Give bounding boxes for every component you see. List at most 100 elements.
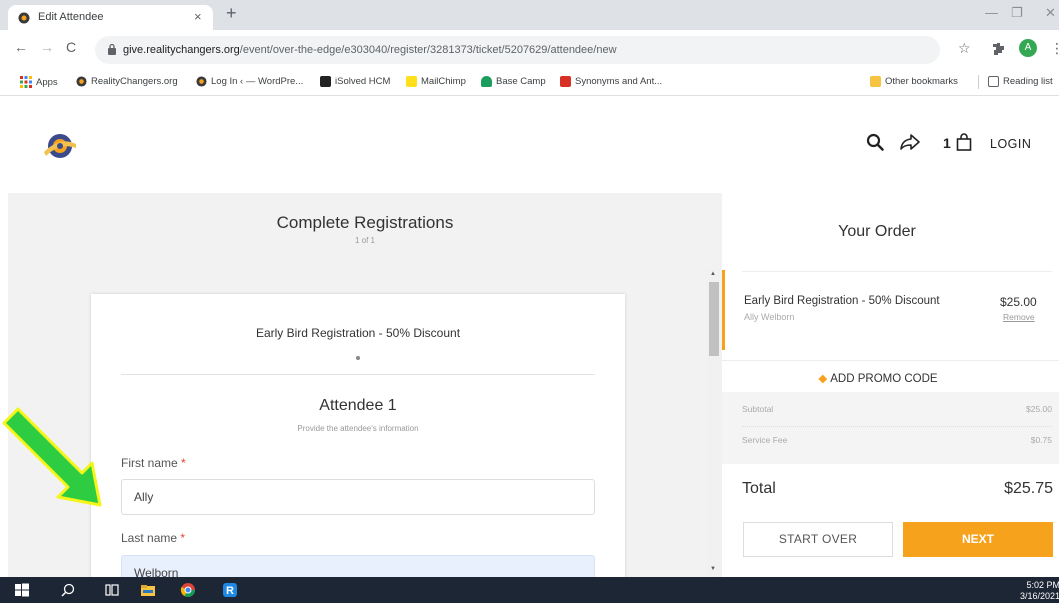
other-bookmarks[interactable]: Other bookmarks xyxy=(870,76,958,87)
clock-time: 5:02 PM xyxy=(1026,580,1059,590)
bookmarks-divider xyxy=(978,75,979,89)
folder-icon xyxy=(870,76,881,87)
url-bar[interactable]: give.realitychangers.org/event/over-the-… xyxy=(95,36,940,64)
reading-list[interactable]: Reading list xyxy=(988,76,1053,87)
site-favicon-icon xyxy=(196,76,207,87)
tab-close-icon[interactable]: × xyxy=(194,9,202,24)
search-icon[interactable] xyxy=(866,133,884,151)
basecamp-icon xyxy=(481,76,492,87)
windows-start-icon[interactable] xyxy=(14,582,30,598)
order-item: Early Bird Registration - 50% Discount A… xyxy=(722,270,1059,350)
minimize-icon[interactable]: — xyxy=(985,5,998,20)
address-toolbar: ← → C give.realitychangers.org/event/ove… xyxy=(0,30,1059,70)
bookmark-apps[interactable]: Apps xyxy=(20,76,58,88)
bookmark-realitychangers[interactable]: RealityChangers.org xyxy=(76,76,178,87)
attendee-card: Early Bird Registration - 50% Discount A… xyxy=(91,294,625,577)
add-promo-code-button[interactable]: ◆ ADD PROMO CODE xyxy=(722,360,1059,392)
realitychangers-logo[interactable] xyxy=(40,132,80,160)
site-header: 1 LOGIN xyxy=(0,97,1059,193)
bookmark-basecamp[interactable]: Base Camp xyxy=(481,76,546,87)
bookmarks-bar: Apps RealityChangers.org Log In ‹ — Word… xyxy=(0,70,1059,96)
required-mark: * xyxy=(180,531,186,545)
order-item-price: $25.00 xyxy=(1000,295,1037,309)
subtotal-value: $25.00 xyxy=(1026,404,1052,414)
promo-label: ADD PROMO CODE xyxy=(830,373,938,385)
login-link[interactable]: LOGIN xyxy=(990,137,1031,151)
restore-icon[interactable]: ❐ xyxy=(1011,5,1023,21)
bookmark-star-icon[interactable]: ☆ xyxy=(958,40,971,57)
attendee-subtitle: Provide the attendee's information xyxy=(297,424,419,433)
task-view-icon[interactable] xyxy=(104,582,120,598)
registration-progress: 1 of 1 xyxy=(354,236,375,245)
scroll-down-icon[interactable]: ▼ xyxy=(710,566,716,572)
last-name-field[interactable] xyxy=(121,555,595,577)
scrollbar-thumb[interactable] xyxy=(709,282,719,356)
bookmark-wordpress[interactable]: Log In ‹ — WordPre... xyxy=(196,76,303,87)
bookmark-mailchimp[interactable]: MailChimp xyxy=(406,76,466,87)
site-favicon-icon xyxy=(76,76,87,87)
service-fee-value: $0.75 xyxy=(1030,435,1052,445)
order-item-name: Early Bird Registration - 50% Discount xyxy=(744,295,940,307)
site-favicon-icon xyxy=(18,12,30,24)
total-value: $25.75 xyxy=(1004,480,1053,497)
clock[interactable]: 5:02 PM 3/16/2021 xyxy=(1020,580,1059,602)
clock-date: 3/16/2021 xyxy=(1020,591,1059,601)
remove-link[interactable]: Remove xyxy=(1003,312,1035,322)
mailchimp-icon xyxy=(406,76,417,87)
bookmark-label: Other bookmarks xyxy=(885,76,958,87)
profile-avatar[interactable]: A xyxy=(1019,39,1037,57)
service-fee-label: Service Fee xyxy=(742,435,788,445)
totals-box: Subtotal $25.00 Service Fee $0.75 xyxy=(722,392,1059,464)
isolved-icon xyxy=(320,76,331,87)
divider xyxy=(742,426,1052,427)
tag-icon: ◆ xyxy=(818,373,828,385)
bookmark-label: Log In ‹ — WordPre... xyxy=(211,76,304,87)
service-fee-row: Service Fee $0.75 xyxy=(742,435,1052,445)
reading-list-icon xyxy=(988,76,999,87)
chrome-icon[interactable] xyxy=(180,582,196,598)
next-button[interactable]: NEXT xyxy=(903,522,1053,557)
bookmark-label: Base Camp xyxy=(496,76,546,87)
synonyms-icon xyxy=(560,76,571,87)
menu-kebab-icon[interactable]: ⋮ xyxy=(1050,40,1059,57)
search-icon[interactable] xyxy=(60,582,76,598)
bookmark-label: Reading list xyxy=(1003,76,1053,87)
attendee-title: Attendee 1 xyxy=(319,397,397,414)
bookmark-synonyms[interactable]: Synonyms and Ant... xyxy=(560,76,662,87)
share-icon[interactable] xyxy=(900,133,920,151)
lock-icon xyxy=(108,43,116,55)
page-title: Complete Registrations xyxy=(276,213,454,232)
extensions-icon[interactable] xyxy=(992,42,1006,56)
url-text: give.realitychangers.org/event/over-the-… xyxy=(123,44,617,56)
order-item-attendee: Ally Welborn xyxy=(744,312,795,322)
registration-panel: Complete Registrations 1 of 1 Early Bird… xyxy=(8,193,722,577)
shopping-bag-icon[interactable] xyxy=(956,133,972,151)
new-tab-button[interactable]: + xyxy=(226,3,237,24)
bookmark-isolved[interactable]: iSolved HCM xyxy=(320,76,390,87)
app-r-icon[interactable]: R xyxy=(222,582,238,598)
total-row: Total $25.75 xyxy=(742,480,1053,498)
subtotal-label: Subtotal xyxy=(742,404,774,414)
browser-tab-bar: Edit Attendee × + — ❐ ✕ xyxy=(0,0,1059,30)
step-dot xyxy=(356,356,360,360)
first-name-field[interactable] xyxy=(121,479,595,515)
annotation-arrow-icon xyxy=(2,407,102,507)
back-icon[interactable]: ← xyxy=(14,39,28,55)
tab-title: Edit Attendee xyxy=(38,11,104,23)
divider xyxy=(121,374,595,375)
os-taskbar: R 5:02 PM 3/16/2021 xyxy=(0,577,1059,603)
file-explorer-icon[interactable] xyxy=(140,582,156,598)
last-name-label: Last name * xyxy=(121,531,186,545)
reload-icon[interactable]: C xyxy=(66,39,76,55)
apps-grid-icon xyxy=(20,76,32,88)
browser-tab[interactable]: Edit Attendee × xyxy=(8,5,213,30)
order-panel: Your Order Early Bird Registration - 50%… xyxy=(722,193,1059,577)
bookmark-label: MailChimp xyxy=(421,76,466,87)
window-close-icon[interactable]: ✕ xyxy=(1045,5,1056,21)
start-over-button[interactable]: START OVER xyxy=(743,522,893,557)
ticket-name: Early Bird Registration - 50% Discount xyxy=(255,326,461,340)
first-name-label: First name * xyxy=(121,456,186,470)
forward-icon[interactable]: → xyxy=(40,39,54,55)
scroll-up-icon[interactable]: ▲ xyxy=(710,271,716,277)
bookmark-label: Apps xyxy=(36,76,58,88)
